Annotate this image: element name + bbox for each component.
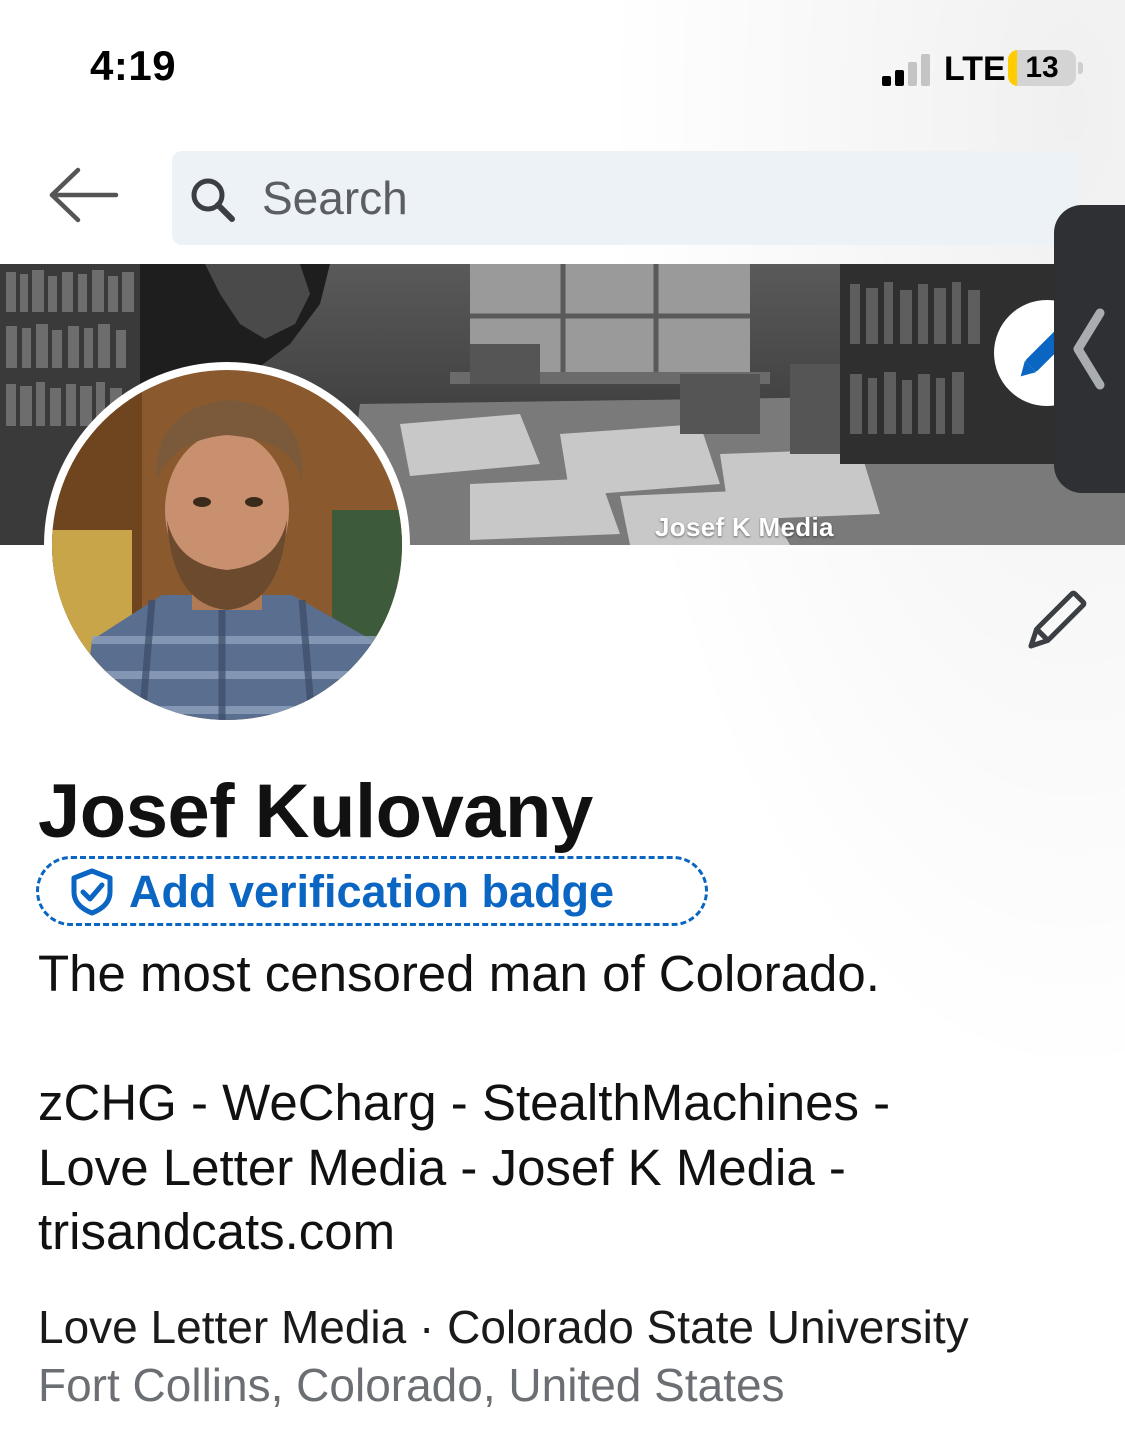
side-panel-handle[interactable]: [1054, 205, 1125, 493]
back-button[interactable]: [40, 160, 130, 230]
battery-cap: [1078, 62, 1083, 74]
profile-name: Josef Kulovany: [38, 769, 593, 854]
signal-icon: [882, 52, 934, 86]
search-input[interactable]: Search: [172, 151, 1077, 245]
pencil-icon: [1028, 590, 1087, 649]
arrow-left-icon: [49, 167, 119, 223]
network-type: LTE: [944, 50, 1006, 88]
profile-company-education[interactable]: Love Letter Media · Colorado State Unive…: [38, 1300, 969, 1354]
profile-location: Fort Collins, Colorado, United States: [38, 1359, 785, 1411]
cover-watermark: Josef K Media: [655, 512, 834, 542]
shield-check-icon: [71, 868, 113, 916]
signal-bar: [921, 54, 930, 86]
profile-photo: [52, 370, 402, 720]
signal-bar: [908, 62, 917, 86]
battery-level: 13: [1025, 51, 1059, 84]
search-icon: [191, 178, 235, 222]
battery-icon: 13: [1008, 50, 1076, 86]
profile-headline: The most censored man of Colorado. zCHG …: [38, 945, 891, 1260]
status-time: 4:19: [90, 42, 177, 89]
verification-badge-label: Add verification badge: [129, 866, 615, 917]
chevron-left-icon: [1073, 308, 1105, 390]
edit-profile-button[interactable]: [1015, 582, 1095, 662]
search-placeholder: Search: [262, 172, 408, 224]
avatar[interactable]: [44, 362, 410, 728]
signal-bar: [895, 70, 904, 86]
add-verification-badge-button[interactable]: Add verification badge: [36, 856, 708, 926]
signal-bar: [882, 76, 891, 86]
